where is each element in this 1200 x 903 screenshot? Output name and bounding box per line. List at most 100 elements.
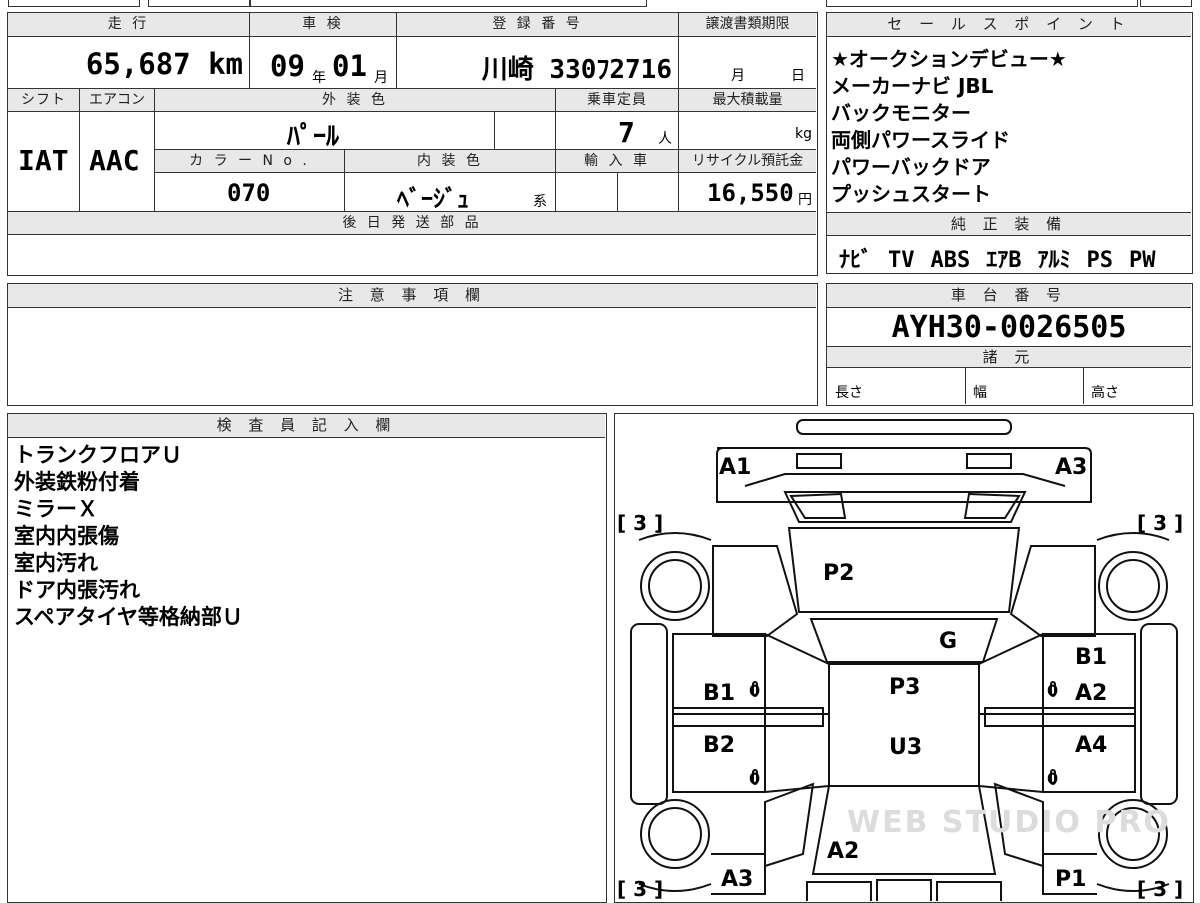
transfer-month-unit: 月 — [731, 68, 745, 84]
color-no-label: カ ラ ー N o . — [155, 150, 345, 173]
shift-label: シフト — [8, 89, 80, 112]
mileage-value: 65,687 km — [85, 47, 243, 81]
sales-point-item: メーカーナビ JBL — [831, 74, 994, 98]
aircon-value: AAC — [89, 144, 140, 177]
inspection-label: 車 検 — [250, 13, 397, 37]
sales-point-item: パワーバックドア — [831, 155, 991, 179]
code-b1-right: B1 — [1075, 645, 1107, 670]
shift-value: IAT — [18, 144, 69, 177]
recycle-value: 16,550 — [707, 179, 794, 207]
sales-points-label: セ ー ル ス ポ イ ン ト — [827, 13, 1191, 37]
transfer-deadline-cell: 月 日 — [679, 37, 816, 89]
inspector-line: スペアタイヤ等格納部Ｕ — [14, 605, 243, 629]
aircon-label: エアコン — [80, 89, 155, 112]
inspector-line: ドア内張汚れ — [14, 578, 140, 602]
chassis-number: AYH30-0026505 — [891, 310, 1127, 345]
transfer-deadline-label: 譲渡書類期限 — [679, 13, 816, 37]
sales-point-item: 両側パワースライド — [831, 128, 1010, 152]
zero-r2: 0 — [1047, 769, 1058, 788]
code-b2: B2 — [703, 733, 735, 758]
recycle-unit: 円 — [798, 192, 812, 208]
inspector-line: ミラーＸ — [14, 497, 98, 521]
aircon-cell: AAC — [80, 112, 155, 212]
code-a3-bottom: A3 — [721, 867, 753, 892]
shift-cell: IAT — [8, 112, 80, 212]
registration-label: 登 録 番 号 — [397, 13, 679, 37]
max-load-label: 最大積載量 — [679, 89, 816, 112]
import-car-label: 輸 入 車 — [556, 150, 679, 173]
top-strip — [0, 0, 1200, 8]
genuine-equipment-label: 純 正 装 備 — [827, 212, 1191, 236]
interior-color-cell: ﾍﾞｰｼﾞｭ 系 — [345, 173, 556, 213]
zero-r1: 0 — [1047, 681, 1058, 700]
inspector-line: トランクフロアＵ — [14, 443, 182, 467]
zero-l1: 0 — [749, 681, 760, 700]
capacity-unit: 人 — [658, 131, 672, 147]
code-u3: U3 — [889, 735, 922, 760]
equipment-item: ﾅﾋﾞ — [839, 248, 873, 273]
inspector-line: 室内汚れ — [14, 551, 98, 575]
code-a2-bottom: A2 — [827, 839, 859, 864]
car-diagram: A1 A3 P2 G B1 B1 P3 A2 B2 U3 A4 A2 A3 P1… — [617, 419, 1183, 901]
code-g: G — [939, 629, 957, 654]
inspector-label: 検 査 員 記 入 欄 — [8, 414, 605, 438]
interior-color-label: 内 装 色 — [345, 150, 556, 173]
equipment-item: PW — [1129, 248, 1156, 273]
inspection-cell: 09 年 01 月 — [250, 37, 397, 89]
specs-row: 長さ 幅 高さ — [827, 368, 1191, 404]
exterior-color-value: ﾊﾟｰﾙ — [287, 122, 340, 152]
equipment-item: PS — [1086, 248, 1114, 273]
equipment-item: TV — [888, 248, 915, 273]
import-car-cell-1 — [556, 173, 618, 212]
import-car-cell-2 — [618, 173, 679, 212]
registration-cell: 川崎 330ﾌ2716 — [397, 37, 679, 89]
later-parts-label: 後 日 発 送 部 品 — [8, 212, 816, 235]
mileage-cell: 65,687 km — [8, 37, 250, 89]
capacity-label: 乗車定員 — [556, 89, 679, 112]
inspection-month: 01 — [332, 49, 367, 83]
tread-fr: [ 3 ] — [1137, 511, 1183, 535]
transfer-day-unit: 日 — [791, 68, 805, 84]
tread-rl: [ 3 ] — [617, 877, 663, 901]
interior-color-value: ﾍﾞｰｼﾞｭ — [397, 185, 469, 213]
sales-points-list: ★オークションデビュー★ メーカーナビ JBL バックモニター 両側パワースライ… — [827, 46, 1187, 208]
equipment-item: ｴｱB — [986, 248, 1022, 273]
sales-point-item: プッシュスタート — [831, 182, 991, 206]
watermark: WEB STUDIO PRO — [847, 805, 1171, 840]
spec-length: 長さ — [835, 385, 863, 401]
tread-rr: [ 3 ] — [1137, 877, 1183, 901]
inspection-year-unit: 年 — [312, 70, 326, 86]
capacity-value: 7 — [618, 116, 635, 149]
sales-point-item: ★オークションデビュー★ — [831, 47, 1067, 71]
color-no-cell: 070 — [155, 173, 345, 212]
max-load-cell: kg — [679, 112, 816, 150]
code-b1-left: B1 — [703, 681, 735, 706]
color-no-value: 070 — [227, 179, 271, 207]
code-a4: A4 — [1075, 733, 1107, 758]
equipment-item: ABS — [930, 248, 971, 273]
recycle-label: リサイクル預託金 — [679, 150, 816, 173]
genuine-equipment-list: ﾅﾋﾞ TV ABS ｴｱB ｱﾙﾐ PS PW — [839, 242, 1156, 274]
zero-l2: 0 — [749, 769, 760, 788]
inspector-line: 外装鉄粉付着 — [14, 470, 140, 494]
vehicle-info-table: 走 行 車 検 登 録 番 号 譲渡書類期限 65,687 km 09 年 01… — [7, 12, 818, 276]
mileage-label: 走 行 — [8, 13, 250, 37]
code-a2-right: A2 — [1075, 681, 1107, 706]
code-a1-top: A1 — [719, 455, 751, 480]
code-a3-top: A3 — [1055, 455, 1087, 480]
spec-width: 幅 — [973, 385, 987, 401]
exterior-color-sub-cell — [495, 112, 556, 150]
interior-color-suffix: 系 — [533, 194, 547, 210]
inspector-line: 室内内張傷 — [14, 524, 119, 548]
inspection-year: 09 — [270, 49, 305, 83]
notes-label: 注 意 事 項 欄 — [8, 284, 816, 308]
exterior-color-cell: ﾊﾟｰﾙ — [155, 112, 495, 152]
chassis-box: 車 台 番 号 AYH30-0026505 諸 元 長さ 幅 高さ — [826, 283, 1193, 406]
max-load-unit: kg — [795, 126, 812, 142]
equipment-item: ｱﾙﾐ — [1037, 248, 1071, 273]
code-p1: P1 — [1055, 867, 1086, 892]
tread-fl: [ 3 ] — [617, 511, 663, 535]
inspector-box: 検 査 員 記 入 欄 トランクフロアＵ 外装鉄粉付着 ミラーＸ 室内内張傷 室… — [7, 413, 607, 903]
car-diagram-box: A1 A3 P2 G B1 B1 P3 A2 B2 U3 A4 A2 A3 P1… — [614, 413, 1194, 903]
code-p3: P3 — [889, 675, 920, 700]
